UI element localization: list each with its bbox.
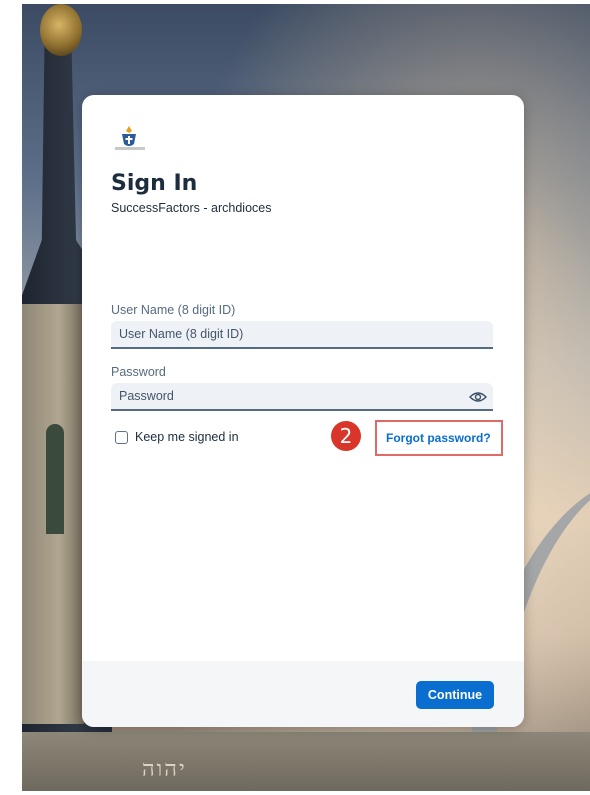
- cathedral-facade: [22, 732, 590, 791]
- continue-button[interactable]: Continue: [416, 681, 494, 709]
- spire-orb: [40, 4, 82, 56]
- forgot-password-highlight: Forgot password?: [375, 420, 503, 456]
- tower-window: [46, 424, 64, 534]
- page-subtitle: SuccessFactors - archdioces: [111, 201, 272, 215]
- card-footer: Continue: [82, 661, 524, 727]
- signin-card: Sign In SuccessFactors - archdioces User…: [82, 95, 524, 727]
- facade-inscription: יהוה: [142, 757, 187, 782]
- keep-signed-in-checkbox[interactable]: [115, 431, 128, 444]
- username-label: User Name (8 digit ID): [111, 303, 236, 317]
- page-title: Sign In: [111, 171, 198, 196]
- username-input[interactable]: [111, 321, 493, 349]
- password-label: Password: [111, 365, 166, 379]
- step-number-badge: 2: [331, 421, 361, 451]
- forgot-password-link[interactable]: Forgot password?: [386, 431, 491, 445]
- archdiocese-logo-icon: [122, 126, 136, 146]
- password-input[interactable]: [111, 383, 493, 411]
- keep-signed-in-label[interactable]: Keep me signed in: [135, 430, 239, 444]
- logo-caption: [115, 147, 145, 150]
- eye-icon[interactable]: [469, 390, 487, 404]
